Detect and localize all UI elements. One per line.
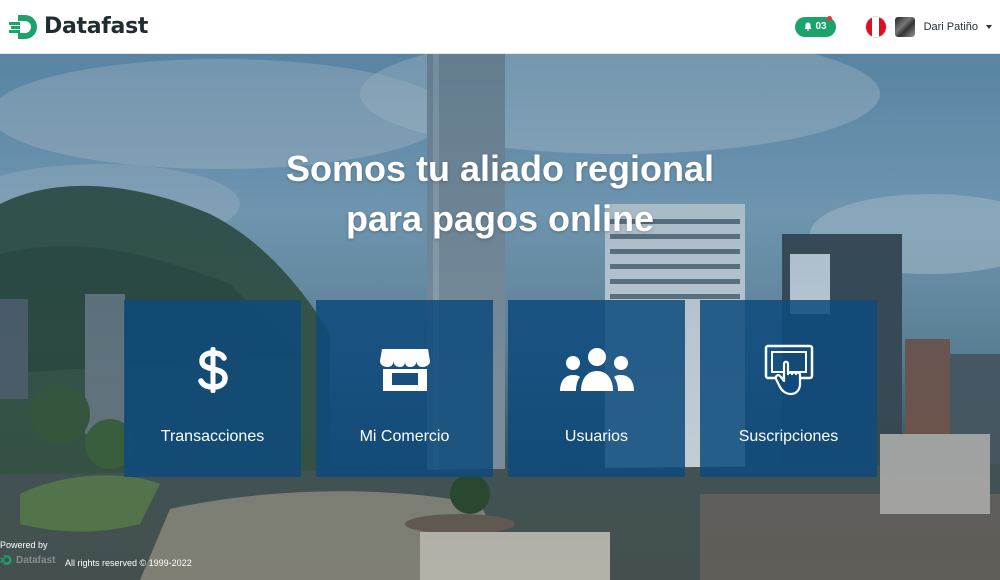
card-mi-comercio[interactable]: Mi Comercio bbox=[316, 300, 493, 477]
bell-icon bbox=[804, 22, 812, 31]
peru-flag-icon[interactable] bbox=[865, 16, 886, 37]
user-name[interactable]: Dari Patiño bbox=[924, 21, 978, 33]
dollar-icon bbox=[197, 347, 228, 393]
copyright-text: All rights reserved © 1999-2022 bbox=[65, 558, 192, 568]
card-transacciones[interactable]: Transacciones bbox=[124, 300, 301, 477]
datafast-logo-icon bbox=[0, 555, 12, 565]
powered-by-label: Powered by bbox=[0, 540, 48, 550]
brand[interactable]: Datafast bbox=[8, 13, 148, 41]
datafast-logo-icon bbox=[9, 14, 37, 39]
notification-dot bbox=[826, 15, 832, 21]
touch-screen-icon bbox=[764, 344, 813, 396]
footer-logo: Datafast bbox=[0, 554, 55, 566]
card-usuarios[interactable]: Usuarios bbox=[508, 300, 685, 477]
footer-brand-name: Datafast bbox=[16, 554, 56, 566]
card-label: Suscripciones bbox=[738, 428, 839, 445]
notifications-badge[interactable]: 03 bbox=[795, 15, 836, 37]
chevron-down-icon[interactable] bbox=[986, 24, 992, 29]
card-suscripciones[interactable]: Suscripciones bbox=[700, 300, 877, 477]
avatar[interactable] bbox=[894, 16, 915, 37]
menu-cards: Transacciones Mi Comercio Usuarios Suscr… bbox=[124, 300, 877, 477]
card-label: Mi Comercio bbox=[359, 428, 450, 445]
users-icon bbox=[559, 348, 634, 391]
hero-headline: Somos tu aliado regional para pagos onli… bbox=[180, 144, 820, 244]
notification-count: 03 bbox=[815, 21, 827, 32]
store-icon bbox=[379, 349, 430, 391]
brand-name: Datafast bbox=[44, 14, 149, 39]
headline-line-2: para pagos online bbox=[345, 198, 655, 239]
top-navbar: Datafast 03 Dari Patiño bbox=[0, 0, 1000, 54]
card-label: Usuarios bbox=[564, 428, 629, 445]
hero-section: Somos tu aliado regional para pagos onli… bbox=[0, 54, 1000, 580]
headline-line-1: Somos tu aliado regional bbox=[285, 148, 715, 189]
card-label: Transacciones bbox=[160, 428, 265, 445]
